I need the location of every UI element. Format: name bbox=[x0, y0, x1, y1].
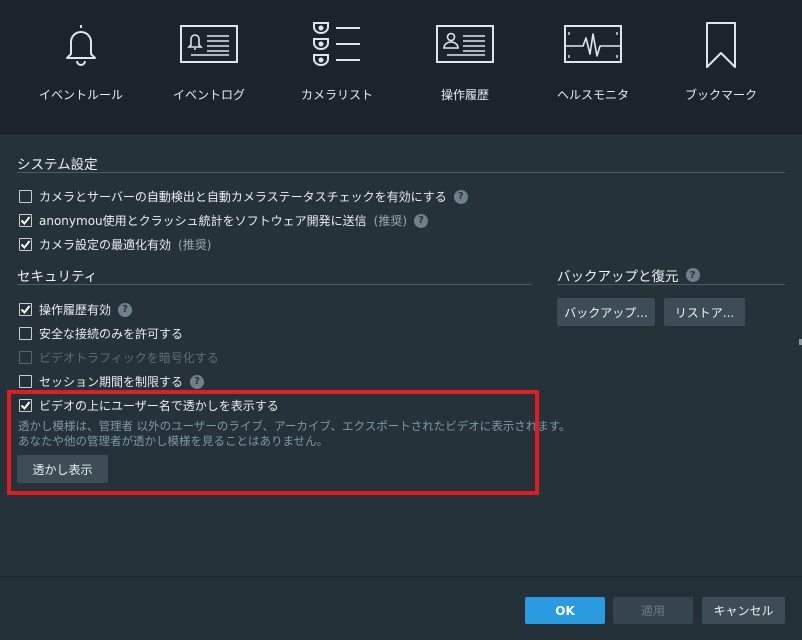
bookmark-icon bbox=[706, 22, 736, 68]
option-label: ビデオトラフィックを暗号化する bbox=[39, 351, 219, 365]
option-label: カメラ設定の最適化有効 bbox=[39, 238, 172, 252]
toolbar: イベントルール イベントログ カメラリスト 操作履歴 ヘルスモニタ ブックマーク bbox=[0, 0, 802, 134]
recommended-tag: (推奨) bbox=[373, 214, 408, 228]
checkbox-disabled bbox=[19, 351, 32, 364]
option-label: セッション期間を制限する bbox=[39, 375, 184, 389]
divider bbox=[17, 172, 785, 173]
checkbox-checked[interactable] bbox=[19, 214, 32, 227]
option-send-statistics[interactable]: anonymou使用とクラッシュ統計をソフトウェア開発に送信 (推奨) ? bbox=[19, 212, 429, 229]
audit-trail-icon bbox=[436, 25, 494, 63]
checkbox-unchecked[interactable] bbox=[19, 190, 32, 203]
toolbar-item-label: イベントルール bbox=[38, 88, 123, 102]
backup-restore-title: バックアップと復元 bbox=[557, 269, 679, 285]
help-icon[interactable]: ? bbox=[118, 302, 133, 317]
health-monitor-icon bbox=[564, 25, 622, 63]
help-icon[interactable]: ? bbox=[453, 189, 468, 204]
ok-button[interactable]: OK bbox=[525, 597, 605, 624]
bell-icon bbox=[66, 25, 96, 66]
dialog-footer: OK 適用 キャンセル bbox=[0, 576, 802, 640]
toolbar-item-label: 操作履歴 bbox=[440, 88, 489, 102]
option-encrypt-video: ビデオトラフィックを暗号化する bbox=[19, 349, 219, 366]
divider bbox=[557, 284, 785, 285]
option-secure-connections[interactable]: 安全な接続のみを許可する bbox=[19, 325, 183, 342]
toolbar-item-label: ブックマーク bbox=[684, 88, 757, 102]
system-settings-title: システム設定 bbox=[17, 157, 98, 173]
backup-button[interactable]: バックアップ... bbox=[557, 298, 655, 326]
toolbar-item-event-rules[interactable]: イベントルール bbox=[17, 0, 145, 134]
camera-list-icon bbox=[313, 22, 360, 66]
help-icon[interactable]: ? bbox=[414, 213, 429, 228]
help-icon[interactable]: ? bbox=[685, 268, 700, 282]
option-label: カメラとサーバーの自動検出と自動カメラステータスチェックを有効にする bbox=[39, 190, 447, 204]
divider bbox=[17, 284, 532, 285]
event-log-icon bbox=[180, 25, 238, 63]
settings-panel: システム設定 カメラとサーバーの自動検出と自動カメラステータスチェックを有効にす… bbox=[0, 134, 802, 576]
cancel-button[interactable]: キャンセル bbox=[702, 597, 785, 624]
toolbar-item-event-log[interactable]: イベントログ bbox=[145, 0, 273, 134]
checkbox-checked[interactable] bbox=[19, 303, 32, 316]
restore-button[interactable]: リストア... bbox=[664, 298, 745, 326]
toolbar-item-camera-list[interactable]: カメラリスト bbox=[273, 0, 401, 134]
option-label: 操作履歴有効 bbox=[39, 303, 112, 317]
checkbox-unchecked[interactable] bbox=[19, 327, 32, 340]
toolbar-item-label: イベントログ bbox=[172, 88, 245, 102]
recommended-tag: (推奨) bbox=[178, 238, 212, 252]
toolbar-item-label: ヘルスモニタ bbox=[556, 88, 629, 102]
option-label: 安全な接続のみを許可する bbox=[39, 327, 184, 341]
toolbar-item-audit-trail[interactable]: 操作履歴 bbox=[401, 0, 529, 134]
security-title: セキュリティ bbox=[17, 269, 98, 285]
highlight-frame bbox=[7, 390, 539, 495]
backup-section-header: バックアップと復元 ? bbox=[557, 265, 700, 285]
toolbar-item-label: カメラリスト bbox=[300, 88, 373, 102]
toolbar-item-bookmarks[interactable]: ブックマーク bbox=[657, 0, 785, 134]
option-auto-discovery[interactable]: カメラとサーバーの自動検出と自動カメラステータスチェックを有効にする ? bbox=[19, 188, 468, 205]
option-label: anonymou使用とクラッシュ統計をソフトウェア開発に送信 bbox=[39, 214, 367, 228]
apply-button[interactable]: 適用 bbox=[613, 597, 693, 624]
toolbar-item-health-monitor[interactable]: ヘルスモニタ bbox=[529, 0, 657, 134]
checkbox-unchecked[interactable] bbox=[19, 375, 32, 388]
checkbox-checked[interactable] bbox=[19, 238, 32, 251]
option-audit-trail[interactable]: 操作履歴有効 ? bbox=[19, 301, 133, 318]
option-limit-session[interactable]: セッション期間を制限する ? bbox=[19, 373, 205, 390]
option-camera-optimization[interactable]: カメラ設定の最適化有効 (推奨) bbox=[19, 236, 211, 253]
help-icon[interactable]: ? bbox=[190, 374, 205, 389]
